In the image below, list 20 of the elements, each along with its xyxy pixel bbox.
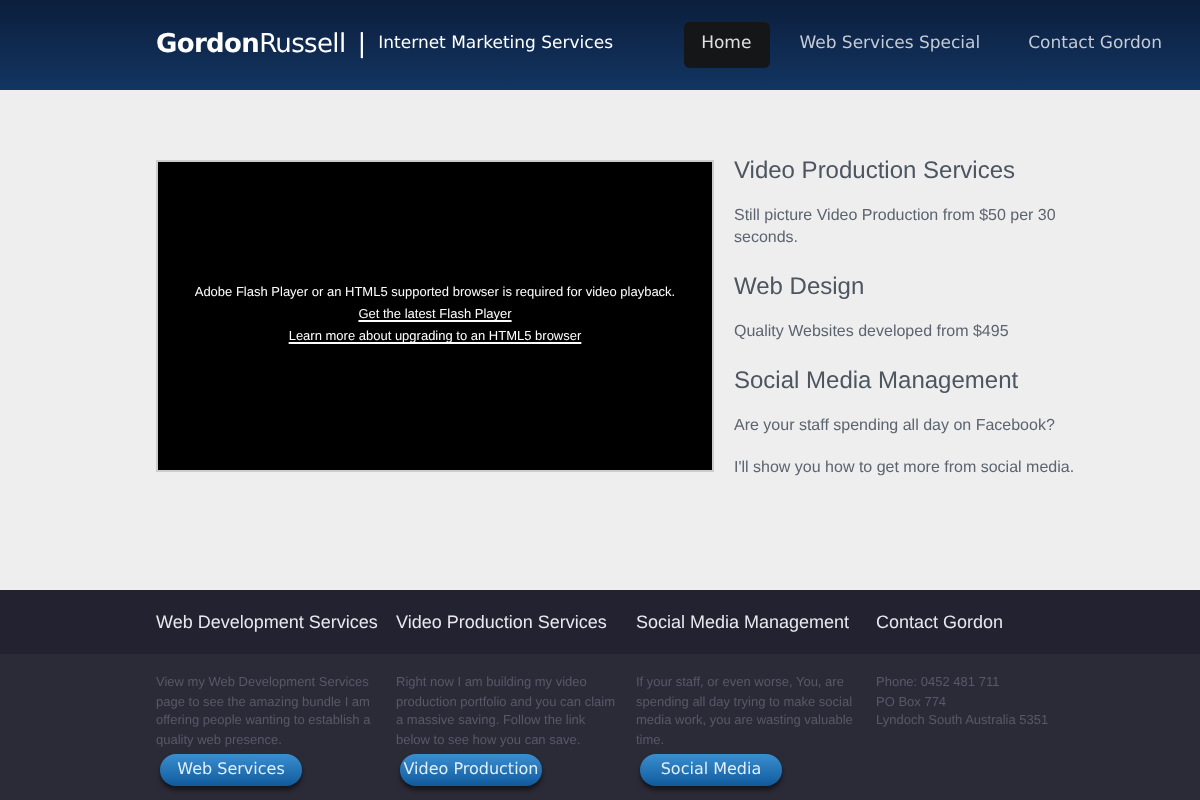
footer-heading: Social Media Management	[636, 610, 852, 636]
section-heading: Web Design	[734, 270, 867, 304]
footer-heading: Contact Gordon	[876, 610, 1006, 636]
footer-heading: Web Development Services	[156, 610, 380, 636]
footer-button[interactable]: Video Production	[400, 754, 542, 786]
section-text: Still picture Video Production from $50 per 30 seconds.	[734, 204, 1058, 248]
nav-link[interactable]: Web Services Special	[781, 22, 999, 68]
footer-button[interactable]: Social Media	[640, 754, 782, 786]
nav-link[interactable]: Contact Gordon	[1010, 22, 1180, 68]
logo-separator: |	[357, 27, 367, 64]
nav-link[interactable]: Home	[683, 22, 770, 68]
footer-heading: Video Production Services	[396, 610, 609, 636]
site-tagline: Internet Marketing Services	[378, 32, 614, 58]
section-text: Are your staff spending all day on Facebook?	[734, 414, 1057, 436]
section-heading: Social Media Management	[734, 364, 1021, 398]
section-text: Quality Websites developed from $495	[734, 320, 1011, 342]
section-heading: Video Production Services	[734, 154, 1018, 188]
footer-button[interactable]: Web Services	[160, 754, 302, 786]
site-logo[interactable]: GordonRussell	[156, 25, 346, 65]
section-text: I'll show you how to get more from social media.	[734, 456, 1077, 478]
